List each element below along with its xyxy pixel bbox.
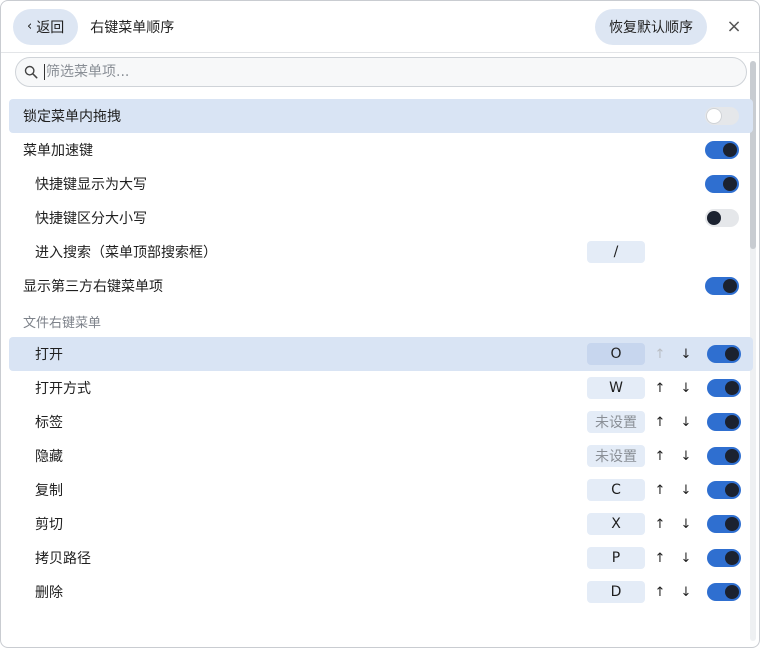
move-down-icon[interactable]: ↓: [678, 446, 694, 466]
toggle-knob: [707, 211, 721, 225]
move-up-icon[interactable]: ↑: [652, 378, 668, 398]
menu-item-label: 删除: [35, 585, 63, 601]
search-shortcut-key[interactable]: /: [587, 241, 645, 263]
move-up-icon[interactable]: ↑: [652, 446, 668, 466]
toggle-knob: [723, 177, 737, 191]
move-down-icon[interactable]: ↓: [678, 412, 694, 432]
chevron-left-icon: ‹: [27, 19, 33, 34]
menu-item-row[interactable]: 打开 O ↑ ↓: [9, 337, 753, 371]
menu-item-toggle[interactable]: [707, 379, 741, 397]
shortcut-key[interactable]: O: [587, 343, 645, 365]
shortcut-key[interactable]: C: [587, 479, 645, 501]
move-down-icon[interactable]: ↓: [678, 582, 694, 602]
menu-item-label: 拷贝路径: [35, 551, 91, 567]
shortcut-key[interactable]: W: [587, 377, 645, 399]
toggle-knob: [725, 381, 739, 395]
move-up-icon[interactable]: ↑: [652, 514, 668, 534]
menu-item-toggle[interactable]: [707, 413, 741, 431]
menu-item-label: 标签: [35, 415, 63, 431]
uppercase-toggle[interactable]: [705, 175, 739, 193]
restore-default-button[interactable]: 恢复默认顺序: [595, 8, 707, 45]
menu-item-label: 打开: [35, 347, 63, 363]
setting-label: 进入搜索（菜单顶部搜索框）: [35, 245, 217, 261]
move-down-icon[interactable]: ↓: [678, 514, 694, 534]
text-caret: [44, 64, 45, 80]
move-down-icon[interactable]: ↓: [678, 344, 694, 364]
move-up-icon[interactable]: ↑: [652, 582, 668, 602]
settings-list: 锁定菜单内拖拽 菜单加速键 快捷键显示为大写 快捷键区分大小写 进入搜索（菜单顶…: [9, 99, 753, 609]
menu-item-label: 隐藏: [35, 449, 63, 465]
setting-row-lock-drag[interactable]: 锁定菜单内拖拽: [9, 99, 753, 133]
menu-item-toggle[interactable]: [707, 345, 741, 363]
menu-order-window: ‹ 返回 右键菜单顺序 恢复默认顺序 × 锁定菜单内拖拽 菜单加速键 快捷键显示…: [0, 0, 760, 648]
menu-item-toggle[interactable]: [707, 515, 741, 533]
toggle-knob: [725, 517, 739, 531]
menu-item-row[interactable]: 复制 C ↑ ↓: [9, 473, 753, 507]
move-up-icon[interactable]: ↑: [652, 548, 668, 568]
setting-label: 菜单加速键: [23, 143, 93, 159]
setting-label: 快捷键显示为大写: [35, 177, 147, 193]
move-up-icon[interactable]: ↑: [652, 412, 668, 432]
move-down-icon[interactable]: ↓: [678, 548, 694, 568]
menu-item-label: 剪切: [35, 517, 63, 533]
menu-item-row[interactable]: 打开方式 W ↑ ↓: [9, 371, 753, 405]
menu-item-toggle[interactable]: [707, 583, 741, 601]
toggle-knob: [725, 415, 739, 429]
setting-row-search-shortcut[interactable]: 进入搜索（菜单顶部搜索框） /: [9, 235, 753, 269]
setting-row-accelerator[interactable]: 菜单加速键: [9, 133, 753, 167]
toggle-knob: [723, 279, 737, 293]
menu-item-row[interactable]: 剪切 X ↑ ↓: [9, 507, 753, 541]
setting-row-uppercase[interactable]: 快捷键显示为大写: [9, 167, 753, 201]
menu-item-row[interactable]: 隐藏 未设置 ↑ ↓: [9, 439, 753, 473]
setting-label: 锁定菜单内拖拽: [23, 109, 121, 125]
setting-label: 显示第三方右键菜单项: [23, 279, 163, 295]
toggle-knob: [725, 347, 739, 361]
lock-drag-toggle[interactable]: [705, 107, 739, 125]
setting-row-third-party[interactable]: 显示第三方右键菜单项: [9, 269, 753, 303]
setting-row-case-sensitive[interactable]: 快捷键区分大小写: [9, 201, 753, 235]
third-party-toggle[interactable]: [705, 277, 739, 295]
search-input[interactable]: [46, 58, 746, 86]
shortcut-key[interactable]: 未设置: [587, 411, 645, 433]
case-sensitive-toggle[interactable]: [705, 209, 739, 227]
accelerator-toggle[interactable]: [705, 141, 739, 159]
menu-item-row[interactable]: 拷贝路径 P ↑ ↓: [9, 541, 753, 575]
menu-item-label: 打开方式: [35, 381, 91, 397]
toggle-knob: [723, 143, 737, 157]
header-bar: ‹ 返回 右键菜单顺序 恢复默认顺序 ×: [1, 1, 759, 53]
shortcut-key[interactable]: X: [587, 513, 645, 535]
shortcut-key[interactable]: 未设置: [587, 445, 645, 467]
menu-item-toggle[interactable]: [707, 549, 741, 567]
back-label: 返回: [36, 19, 65, 36]
toggle-knob: [725, 551, 739, 565]
menu-item-row[interactable]: 标签 未设置 ↑ ↓: [9, 405, 753, 439]
page-title: 右键菜单顺序: [90, 19, 175, 36]
back-button[interactable]: ‹ 返回: [13, 8, 79, 45]
close-icon[interactable]: ×: [721, 14, 747, 40]
shortcut-key[interactable]: P: [587, 547, 645, 569]
move-down-icon[interactable]: ↓: [678, 378, 694, 398]
setting-label: 快捷键区分大小写: [35, 211, 147, 227]
toggle-knob: [725, 483, 739, 497]
shortcut-key[interactable]: D: [587, 581, 645, 603]
toggle-knob: [725, 449, 739, 463]
menu-item-toggle[interactable]: [707, 481, 741, 499]
toggle-knob: [725, 585, 739, 599]
toggle-knob: [707, 109, 721, 123]
menu-item-toggle[interactable]: [707, 447, 741, 465]
section-title: 文件右键菜单: [23, 316, 102, 331]
move-down-icon[interactable]: ↓: [678, 480, 694, 500]
move-up-icon[interactable]: ↑: [652, 344, 668, 364]
search-icon: [24, 65, 38, 79]
move-up-icon[interactable]: ↑: [652, 480, 668, 500]
menu-item-row[interactable]: 删除 D ↑ ↓: [9, 575, 753, 609]
menu-item-label: 复制: [35, 483, 63, 499]
search-box[interactable]: [15, 57, 747, 87]
